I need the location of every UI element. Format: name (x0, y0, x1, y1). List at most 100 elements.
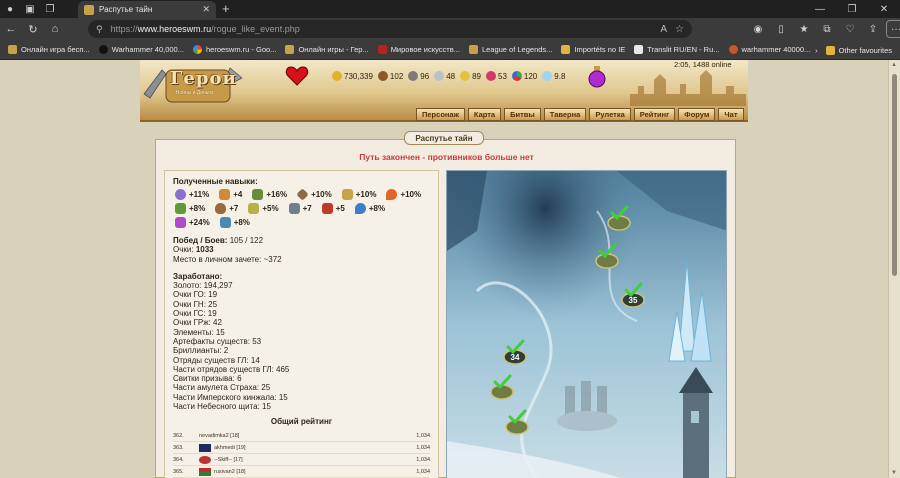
skill-item: +16% (252, 189, 287, 200)
skill-item: +5 (321, 203, 345, 214)
menu-character[interactable]: Персонаж (416, 108, 465, 121)
earned-item: Части отрядов существ ГЛ: 465 (173, 364, 290, 374)
bookmark-item[interactable]: warhammer 40000... (728, 45, 810, 54)
health-heart-icon[interactable] (285, 64, 309, 88)
crystal-icon (486, 71, 496, 81)
event-status: Путь закончен - противников больше нет (359, 152, 534, 162)
more-menu-icon[interactable]: ··· (886, 20, 900, 38)
workspaces-icon[interactable]: ▣ (20, 0, 40, 18)
blades-icon (288, 203, 300, 214)
window-controls: — ❐ ✕ (804, 0, 900, 18)
resource-diamond: 9.8 (542, 71, 565, 81)
mana-potion-icon[interactable] (585, 64, 609, 88)
rating-row: 363. akhmedi [19] 1,034 (173, 442, 430, 455)
scroll-down-icon[interactable]: ▼ (891, 470, 897, 476)
menu-tavern[interactable]: Таверна (543, 108, 587, 121)
event-map[interactable]: 35 34 (446, 170, 727, 478)
wins-line: Побед / Боев: 105 / 122 (173, 236, 264, 245)
tab-actions-icon[interactable]: ❐ (40, 0, 60, 18)
extensions-icon[interactable]: ◉ (748, 20, 768, 38)
bookmark-folder[interactable]: Importéts no IE (561, 45, 625, 54)
bookmarks-overflow: › Other favourites (815, 40, 900, 60)
player-link[interactable]: rusivan2 [18] (214, 469, 400, 475)
bookmark-item[interactable]: Translit RU/EN - Ru... (634, 45, 720, 54)
tab-active[interactable]: Распутье тайн ✕ (78, 1, 216, 18)
collections-icon[interactable]: ⧉ (817, 20, 837, 38)
page-scrollbar[interactable]: ▲ ▼ (888, 60, 900, 478)
skills-list: +11% +4 +16% +10% +10% +10% +8% +7 +5% +… (175, 188, 425, 228)
bookmark-item[interactable]: Warhammer 40,000... (98, 45, 184, 54)
favorites-icon[interactable]: ★ (794, 20, 814, 38)
clan-emblem-icon[interactable] (199, 455, 211, 464)
menu-chat[interactable]: Чат (718, 108, 744, 121)
rating-row: 364. --Skiff-- [17] 1,034 (173, 454, 430, 467)
performance-icon[interactable]: ♡ (840, 20, 860, 38)
lightning-icon (248, 203, 260, 214)
menu-battles[interactable]: Битвы (504, 108, 541, 121)
rating-heading: Общий рейтинг (270, 417, 333, 427)
scroll-thumb[interactable] (892, 74, 897, 276)
scroll-up-icon[interactable]: ▲ (891, 62, 897, 68)
split-screen-icon[interactable]: ▯ (771, 20, 791, 38)
bookmark-favicon-icon (285, 45, 295, 54)
bookmark-item[interactable]: heroeswm.ru - Goo... (192, 45, 276, 54)
resource-sulfur: 89 (460, 71, 481, 81)
site-info-icon[interactable]: ⚲ (96, 24, 103, 35)
skill-item: +8% (354, 203, 385, 214)
bookmark-favicon-icon (98, 45, 108, 54)
event-panel: Распутье тайн Путь закончен - противнико… (155, 131, 736, 478)
mercury-icon (434, 71, 445, 81)
chevron-right-icon[interactable]: › (815, 46, 818, 55)
skill-item: +24% (175, 217, 210, 228)
skill-item: +4 (219, 189, 242, 200)
minimize-icon[interactable]: — (804, 0, 836, 18)
bookmark-favicon-icon (377, 45, 387, 54)
skill-item: +10% (341, 189, 376, 200)
menu-rating[interactable]: Рейтинг (633, 108, 676, 121)
new-tab-icon[interactable]: + (222, 2, 230, 16)
bookmark-item[interactable]: League of Legends... (468, 45, 552, 54)
bookmark-item[interactable]: Онлайн игра бесп... (8, 45, 90, 54)
close-window-icon[interactable]: ✕ (868, 0, 900, 18)
node-label: 34 (511, 353, 520, 362)
maximize-icon[interactable]: ❐ (836, 0, 868, 18)
clan-emblem-icon[interactable] (199, 467, 211, 476)
url-field[interactable]: ⚲ https://www.heroeswm.ru/rogue_like_eve… (88, 20, 692, 38)
folder-icon (561, 45, 571, 54)
profile-icon[interactable]: ● (0, 0, 20, 18)
share-icon[interactable]: ⇪ (863, 20, 883, 38)
resource-crystal: 53 (486, 71, 507, 81)
sulfur-icon (460, 71, 471, 81)
wand-icon (219, 189, 231, 200)
node-label: 35 (629, 296, 638, 305)
book-icon (321, 203, 333, 214)
bookmark-item[interactable]: Онлайн игры - Гер... (285, 45, 369, 54)
player-link[interactable]: --Skiff-- [17] (214, 457, 400, 463)
rating-row: 362. nevadimka2 [18] 1,034 (173, 430, 430, 443)
diamond-icon (542, 71, 553, 81)
skill-item: +7 (288, 203, 312, 214)
clan-emblem-icon[interactable] (199, 443, 211, 452)
player-link[interactable]: akhmedi [19] (214, 445, 400, 451)
player-link[interactable]: nevadimka2 [18] (199, 433, 400, 439)
logo-title[interactable]: Герои (170, 68, 237, 89)
resource-gems: 120 (511, 71, 537, 81)
earned-item: Отряды существ ГЛ: 14 (173, 355, 260, 365)
earned-item: Очки ГО: 19 (173, 290, 218, 300)
menu-forum[interactable]: Форум (678, 108, 716, 121)
earned-item: Элементы: 15 (173, 327, 225, 337)
menu-roulette[interactable]: Рулетка (589, 108, 631, 121)
close-tab-icon[interactable]: ✕ (202, 4, 210, 15)
menu-map[interactable]: Карта (467, 108, 502, 121)
read-aloud-icon[interactable]: A (660, 24, 667, 35)
back-icon[interactable]: ← (0, 18, 22, 40)
bookmark-item[interactable]: Мировое искусств... (377, 45, 460, 54)
url-text[interactable]: https://www.heroeswm.ru/rogue_like_event… (111, 24, 653, 34)
home-icon[interactable]: ⌂ (44, 18, 66, 40)
ore-icon (408, 71, 419, 81)
other-favourites-folder[interactable]: Other favourites (825, 45, 892, 55)
resource-mercury: 48 (434, 71, 455, 81)
favorite-star-icon[interactable]: ☆ (675, 24, 684, 35)
refresh-icon[interactable]: ↻ (22, 18, 44, 40)
earned-item: Бриллианты: 2 (173, 346, 229, 356)
